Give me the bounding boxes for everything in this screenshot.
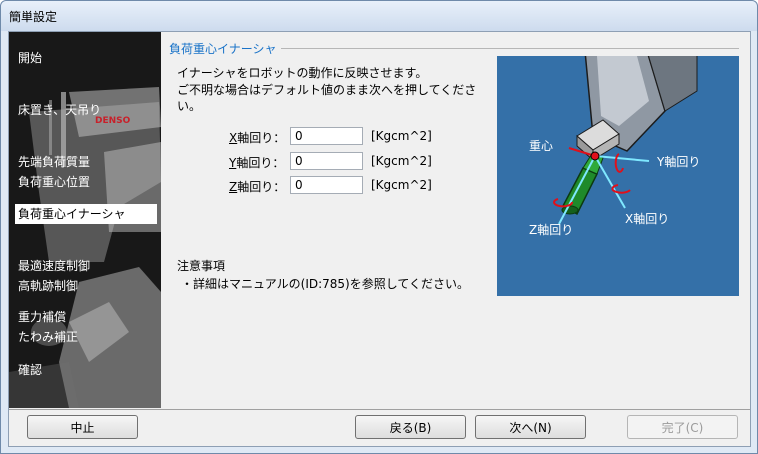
sidebar-item-optimal-speed-control[interactable]: 最適速度制御 <box>15 256 93 276</box>
wizard-window: 簡単設定 DENSO 開始 床置き、天吊り 先端負荷質量 負荷重心位置 負荷重心… <box>0 0 758 454</box>
step-sidebar: DENSO 開始 床置き、天吊り 先端負荷質量 負荷重心位置 負荷重心イナーシャ… <box>9 32 161 408</box>
cancel-button[interactable]: 中止 <box>27 415 138 439</box>
button-bar-divider <box>9 409 750 410</box>
sidebar-item-floor-ceiling[interactable]: 床置き、天吊り <box>15 100 104 120</box>
y-axis-rotation-label: Y軸回り <box>656 155 700 169</box>
z-axis-unit: [Kgcm^2] <box>371 178 432 192</box>
center-of-gravity-label: 重心 <box>529 139 553 153</box>
group-title: 負荷重心イナーシャ <box>169 42 277 56</box>
wizard-client-area: DENSO 開始 床置き、天吊り 先端負荷質量 負荷重心位置 負荷重心イナーシャ… <box>8 31 751 447</box>
z-axis-label: Z軸回り： <box>229 178 285 195</box>
sidebar-item-load-cog-position[interactable]: 負荷重心位置 <box>15 172 93 192</box>
y-axis-unit: [Kgcm^2] <box>371 154 432 168</box>
window-title: 簡単設定 <box>9 10 58 24</box>
x-axis-inertia-input[interactable] <box>290 127 363 145</box>
x-axis-rotation-label: X軸回り <box>625 212 669 226</box>
x-axis-unit: [Kgcm^2] <box>371 129 432 143</box>
title-bar[interactable]: 簡単設定 <box>1 1 757 31</box>
sidebar-item-confirm[interactable]: 確認 <box>15 360 45 380</box>
y-axis-label-text: 軸回り： <box>236 156 285 170</box>
z-axis-rotation-label: Z軸回り <box>529 223 573 237</box>
note-title: 注意事項 <box>177 259 226 273</box>
z-axis-inertia-input[interactable] <box>290 176 363 194</box>
sidebar-item-gravity-compensation[interactable]: 重力補償 <box>15 307 69 327</box>
back-button[interactable]: 戻る(B) <box>355 415 466 439</box>
note-text: ・詳細はマニュアルの(ID:785)を参照してください。 <box>181 277 470 291</box>
group-divider <box>281 48 739 49</box>
next-button[interactable]: 次へ(N) <box>475 415 586 439</box>
description-line-2: ご不明な場合はデフォルト値のまま次へを押してくださ <box>177 83 477 97</box>
y-axis-label: Y軸回り： <box>229 154 284 171</box>
description-line-1: イナーシャをロボットの動作に反映させます。 <box>177 66 428 80</box>
sidebar-item-tip-load-mass[interactable]: 先端負荷質量 <box>15 152 93 172</box>
sidebar-item-load-cog-inertia[interactable]: 負荷重心イナーシャ <box>15 204 157 224</box>
inertia-diagram-svg: 重心 Y軸回り X軸回り Z軸回り <box>497 56 739 296</box>
sidebar-item-high-trajectory-control[interactable]: 高軌跡制御 <box>15 276 81 296</box>
y-axis-inertia-input[interactable] <box>290 152 363 170</box>
x-axis-label: X軸回り： <box>229 129 285 146</box>
z-accel-key: Z <box>229 180 238 194</box>
x-accel-key: X <box>229 131 238 145</box>
x-axis-label-text: 軸回り： <box>237 131 286 145</box>
sidebar-item-start[interactable]: 開始 <box>15 48 45 68</box>
inertia-diagram: 重心 Y軸回り X軸回り Z軸回り <box>497 56 739 296</box>
description-line-3: い。 <box>177 99 202 113</box>
sidebar-item-deflection-correction[interactable]: たわみ補正 <box>15 327 81 347</box>
z-axis-label-text: 軸回り： <box>237 180 286 194</box>
finish-button[interactable]: 完了(C) <box>627 415 738 439</box>
